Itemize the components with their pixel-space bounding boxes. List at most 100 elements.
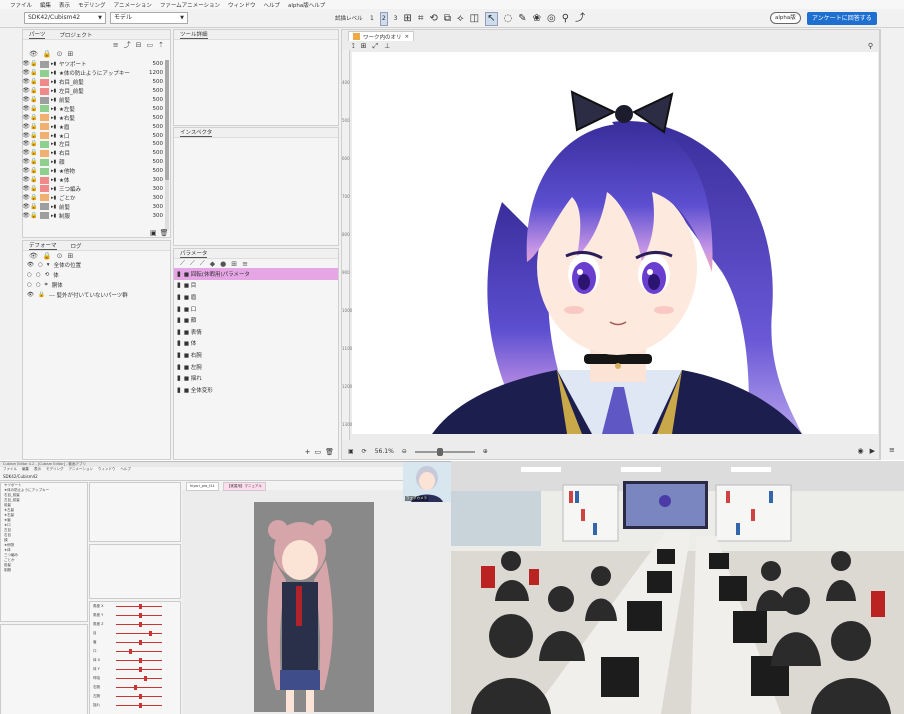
parts-scrollbar-thumb[interactable] [165,60,169,180]
view-icon[interactable]: ⟟ [352,42,355,51]
part-row[interactable]: 👁 🔒 ▸▮ 前髪 500 [22,96,165,105]
parameter-group-row[interactable]: ▮ ■ 体 [174,338,338,350]
mask-icon[interactable]: ◫ [470,13,479,25]
parameter-group-row[interactable]: ▮ ■ 顔 [174,314,338,326]
trash-icon[interactable]: 🗑 [160,229,169,237]
tab-parts[interactable]: パーツ [29,30,46,39]
deformer-item[interactable]: ○ ○ ⌗ 胴体 [23,280,170,290]
menu-view[interactable]: 表示 [59,1,70,9]
refresh-icon[interactable]: ⟳ [362,448,367,455]
menu-edit[interactable]: 編集 [40,1,51,9]
level-1-button[interactable]: 1 [370,13,374,25]
menu-help[interactable]: ヘルプ [263,1,280,9]
eye-icon[interactable]: 👁 [22,132,30,140]
pin-icon[interactable]: ⚲ [562,13,569,25]
eye-icon[interactable]: 👁 [22,167,30,175]
physics-icon[interactable]: ❀ [533,13,541,25]
s2-slider-track[interactable] [116,678,162,679]
part-row[interactable]: 👁 🔒 ▸▮ 三つ編み 300 [22,184,165,193]
camera-icon[interactable]: ▣ [348,448,354,455]
menu-animation[interactable]: アニメーション [114,1,152,9]
part-row[interactable]: 👁 🔒 ▸▮ ごとか 300 [22,193,165,202]
s2-slider-knob[interactable] [134,685,138,690]
eye-icon[interactable]: 👁 [22,60,30,68]
s2-parameter-slider[interactable]: 角度 Y [90,611,180,620]
menu-alpha-help[interactable]: alpha版ヘルプ [288,1,325,9]
part-row[interactable]: 👁 🔒 ▸▮ 右目_前髪 500 [22,78,165,87]
lock-icon[interactable]: 🔒 [30,203,38,211]
keyframe-icon[interactable]: ◆ [210,260,215,268]
menu-file[interactable]: ファイル [10,1,32,9]
project-select[interactable]: SDK42/Cubism42 ▼ [24,12,106,24]
eye-icon[interactable]: 👁 [27,292,34,298]
s2-slider-knob[interactable] [139,622,142,627]
lock-icon[interactable]: 🔒 [30,194,38,202]
param-tool-icon[interactable]: ⟋ [200,259,205,268]
trash-icon[interactable]: 🗑 [325,448,334,456]
eye-icon[interactable]: 👁 [22,158,30,166]
guide-icon[interactable]: ⊥ [384,42,390,51]
lock-icon[interactable]: 🔒 [30,158,38,166]
s2-slider-knob[interactable] [139,640,142,645]
link-icon[interactable]: ⤴ [124,40,131,50]
filter-icon[interactable]: ⊙ [57,50,63,58]
canvas-tab[interactable]: ワーク内のオリ × [348,31,415,41]
s2-menu-help[interactable]: ヘルプ [120,467,131,472]
deformer-item[interactable]: 👁 🔒 --- 髪外が付いていないパーツ群 [23,290,170,300]
s2-slider-knob[interactable] [139,703,142,708]
list-icon[interactable]: ≡ [113,41,119,49]
s2-parameter-slider[interactable]: 角度 Z [90,620,180,629]
s2-parameter-slider[interactable]: 揺れ [90,701,180,710]
s2-project-select[interactable]: SDK42/Cubism42 [3,474,38,479]
link-icon[interactable]: ⤴ [575,13,585,25]
warp-deformer-icon[interactable]: ⌗ [418,13,424,25]
parts-scrollbar[interactable] [165,60,169,230]
add-icon[interactable]: + [305,448,311,456]
eye-icon[interactable]: 👁 [22,212,30,220]
part-row[interactable]: 👁 🔒 ▸▮ ★口 500 [22,131,165,140]
s2-slider-knob[interactable] [139,694,142,699]
param-tool-icon[interactable]: ⟋ [180,259,185,268]
eye-icon[interactable]: 👁 [22,87,30,95]
eye-icon[interactable]: 👁 [22,194,30,202]
part-row[interactable]: 👁 🔒 ▸▮ ★他物 500 [22,167,165,176]
scene-blend-icon[interactable]: ◎ [547,13,556,25]
part-row[interactable]: 👁 🔒 ▸▮ 左目_前髪 500 [22,87,165,96]
up-icon[interactable]: ⇡ [158,41,164,49]
lock-icon[interactable]: 🔒 [30,87,38,95]
mode-select[interactable]: モデル ▼ [110,12,188,24]
zoom-in-icon[interactable]: ⊕ [483,448,488,455]
s2-slider-track[interactable] [116,651,162,652]
mesh-edit-icon[interactable]: ⊞ [403,13,411,25]
lock-icon[interactable]: 🔒 [30,78,38,86]
parameter-group-row[interactable]: ▮ ■ 右腕 [174,349,338,361]
lock-icon[interactable]: 🔒 [30,123,38,131]
part-row[interactable]: 👁 🔒 ▸▮ ★眉 500 [22,122,165,131]
record-icon[interactable]: ● [220,260,226,268]
alpha-version-pill[interactable]: alpha版 [770,12,801,24]
eye-icon[interactable]: 👁 [22,69,30,77]
parameter-group-row[interactable]: ▮ ■ 左腕 [174,361,338,373]
lock-icon[interactable]: 🔒 [30,176,38,184]
model-stage[interactable] [352,52,878,434]
s2-parameter-slider[interactable]: 角度 X [90,602,180,611]
eye-icon[interactable]: 👁 [27,262,34,268]
brush-tool-icon[interactable]: ✎ [518,13,526,25]
target-icon[interactable]: ◉ [858,447,864,455]
parameter-group-row[interactable]: ▮ ■ 目 [174,280,338,292]
grid-icon[interactable]: ⊞ [231,260,237,268]
deformer-item[interactable]: ○ ○ ⟲ 体 [23,270,170,280]
s2-slider-knob[interactable] [139,604,142,609]
bone-icon[interactable]: ⟡ [457,13,464,25]
part-row[interactable]: 👁 🔒 ▸▮ 右目 500 [22,149,165,158]
expand-icon[interactable]: ⊞ [67,252,73,260]
expand-icon[interactable]: ⊞ [67,50,73,58]
lock-icon[interactable]: 🔒 [30,69,38,77]
eye-icon[interactable]: 👁 [22,96,30,104]
eye-icon[interactable]: 👁 [22,149,30,157]
part-row[interactable]: 👁 🔒 ▸▮ 前髪 300 [22,202,165,211]
menu-icon[interactable]: ≡ [889,446,895,454]
s2-slider-knob[interactable] [139,613,142,618]
new-folder-icon[interactable]: ▣ [150,229,157,237]
folder-icon[interactable]: ▭ [147,41,154,49]
